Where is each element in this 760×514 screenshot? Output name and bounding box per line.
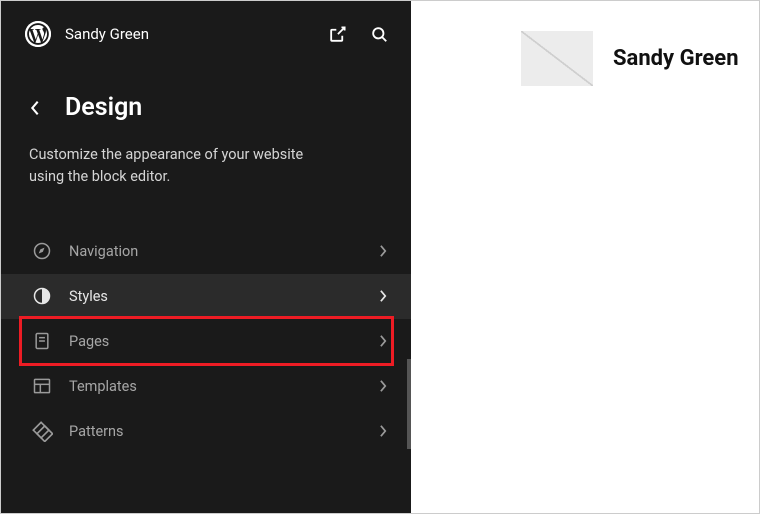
chevron-right-icon: [379, 289, 391, 303]
back-icon[interactable]: [29, 100, 45, 116]
preview-site-title: Sandy Green: [613, 46, 739, 71]
page-title: Design: [65, 93, 142, 122]
sidebar-topbar: Sandy Green: [1, 1, 411, 57]
layout-icon: [31, 375, 53, 397]
design-menu: Navigation Styles Pages: [1, 207, 411, 454]
menu-item-label: Navigation: [69, 243, 379, 260]
search-icon[interactable]: [369, 24, 389, 44]
menu-item-styles[interactable]: Styles: [1, 274, 411, 319]
menu-item-label: Pages: [69, 333, 379, 350]
chevron-right-icon: [379, 244, 391, 258]
site-preview-pane[interactable]: Sandy Green: [411, 1, 759, 513]
menu-item-label: Styles: [69, 288, 379, 305]
menu-item-label: Patterns: [69, 423, 379, 440]
page-description: Customize the appearance of your website…: [1, 130, 341, 207]
site-title: Sandy Green: [65, 25, 327, 43]
menu-item-pages[interactable]: Pages: [1, 319, 411, 364]
open-site-icon[interactable]: [327, 24, 347, 44]
wordpress-logo-icon[interactable]: [25, 21, 51, 47]
contrast-icon: [31, 285, 53, 307]
patterns-icon: [31, 420, 53, 442]
site-logo-placeholder: [521, 31, 593, 86]
compass-icon: [31, 240, 53, 262]
chevron-right-icon: [379, 424, 391, 438]
page-heading-row: Design: [1, 57, 411, 130]
chevron-right-icon: [379, 334, 391, 348]
page-icon: [31, 330, 53, 352]
menu-item-templates[interactable]: Templates: [1, 364, 411, 409]
preview-site-header: Sandy Green: [411, 31, 759, 86]
menu-item-navigation[interactable]: Navigation: [1, 229, 411, 274]
chevron-right-icon: [379, 379, 391, 393]
scrollbar-thumb[interactable]: [407, 359, 411, 449]
site-editor-sidebar: Sandy Green Design Customize the appeara…: [1, 1, 411, 513]
menu-item-patterns[interactable]: Patterns: [1, 409, 411, 454]
menu-item-label: Templates: [69, 378, 379, 395]
